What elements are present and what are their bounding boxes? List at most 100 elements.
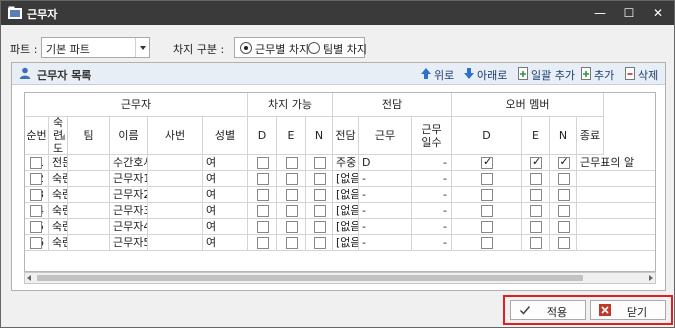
row-selector[interactable] [25,219,49,235]
charge-checkbox[interactable] [313,157,326,169]
scroll-left-icon[interactable] [27,275,31,281]
apply-button[interactable]: 적용 [510,300,586,320]
cell-name: 근무자2 [110,187,148,203]
cell-on [550,235,577,251]
row-select-checkbox[interactable] [30,173,42,185]
cell-days[interactable]: - [412,235,452,251]
charge-checkbox[interactable] [256,173,269,185]
cell-ded[interactable]: [없음] [333,171,359,187]
over-member-checkbox[interactable] [481,221,493,233]
over-member-checkbox[interactable] [530,155,542,169]
scroll-right-icon[interactable] [649,275,653,281]
over-member-checkbox[interactable] [557,205,570,217]
column-header: E [277,117,306,155]
column-header: 성별 [203,117,248,155]
minimize-button[interactable]: — [590,4,610,22]
row-select-checkbox[interactable] [30,157,42,169]
cell-end[interactable] [577,187,655,203]
charge-checkbox[interactable] [285,237,298,249]
chevron-down-icon[interactable] [135,38,149,57]
cell-work[interactable]: - [359,187,412,203]
charge-checkbox[interactable] [256,189,269,201]
over-member-checkbox[interactable] [481,237,493,249]
charge-checkbox[interactable] [285,189,298,201]
over-member-checkbox[interactable] [557,155,570,169]
cell-work[interactable]: - [359,235,412,251]
row-select-checkbox[interactable] [30,237,42,249]
over-member-checkbox[interactable] [530,237,542,249]
charge-checkbox[interactable] [285,221,298,233]
column-header[interactable]: 숙련도 ◢ [49,117,68,155]
cell-work[interactable]: - [359,171,412,187]
batch-add-label: 일괄 추가 [531,69,575,82]
sort-icon[interactable]: ◢ [59,130,65,143]
close-window-button[interactable]: ✕ [648,4,668,22]
cell-days[interactable]: - [412,203,452,219]
charge-checkbox[interactable] [313,189,326,201]
over-member-checkbox[interactable] [557,189,570,201]
charge-checkbox[interactable] [256,157,269,169]
over-member-checkbox[interactable] [557,173,570,185]
cell-ded[interactable]: [없음] [333,219,359,235]
maximize-button[interactable]: ☐ [619,4,639,22]
charge-checkbox[interactable] [313,173,326,185]
row-selector[interactable] [25,155,49,171]
cell-work[interactable]: D [359,155,412,171]
over-member-checkbox[interactable] [530,173,542,185]
row-select-checkbox[interactable] [30,189,42,201]
cell-ded[interactable]: [없음] [333,203,359,219]
cell-ded[interactable]: 주중 근무 [333,155,359,171]
close-button[interactable]: 닫기 [590,300,666,320]
row-selector[interactable] [25,187,49,203]
over-member-checkbox[interactable] [481,155,493,169]
cell-work[interactable]: - [359,219,412,235]
row-selector[interactable] [25,203,49,219]
over-member-checkbox[interactable] [481,173,493,185]
cell-end[interactable]: 근무표의 알 [577,155,655,171]
radio-dot[interactable] [308,42,320,54]
over-member-checkbox[interactable] [557,221,570,233]
cell-team [68,155,110,171]
charge-checkbox[interactable] [256,205,269,217]
charge-checkbox[interactable] [285,157,298,169]
over-member-checkbox[interactable] [530,205,542,217]
radio-dot[interactable] [240,42,252,54]
cell-skill: 전문가 [49,155,68,171]
over-member-checkbox[interactable] [481,205,493,217]
charge-checkbox[interactable] [313,237,326,249]
cell-name: 근무자3 [110,203,148,219]
row-select-checkbox[interactable] [30,221,42,233]
window-app-icon [8,6,22,19]
over-member-checkbox[interactable] [481,189,493,201]
over-member-checkbox[interactable] [530,221,542,233]
part-select[interactable]: 기본 파트 [41,37,150,58]
charge-checkbox[interactable] [313,205,326,217]
cell-end[interactable] [577,171,655,187]
cell-days[interactable]: - [412,187,452,203]
cell-od [452,171,522,187]
cell-end[interactable] [577,203,655,219]
row-selector[interactable] [25,235,49,251]
charge-checkbox[interactable] [256,237,269,249]
shift-type-label: 차지 구분 : [173,43,225,56]
over-member-checkbox[interactable] [530,189,542,201]
cell-oe [522,187,550,203]
row-select-checkbox[interactable] [30,205,42,217]
cell-ded[interactable]: [없음] [333,235,359,251]
row-selector[interactable] [25,171,49,187]
horizontal-scrollbar[interactable] [24,272,656,284]
column-header: 팀 [68,117,110,155]
charge-checkbox[interactable] [256,221,269,233]
charge-checkbox[interactable] [285,173,298,185]
cell-days[interactable]: - [412,171,452,187]
charge-checkbox[interactable] [285,205,298,217]
cell-end[interactable] [577,219,655,235]
charge-checkbox[interactable] [313,221,326,233]
over-member-checkbox[interactable] [557,237,570,249]
cell-end[interactable] [577,235,655,251]
cell-days[interactable]: - [412,219,452,235]
cell-ded[interactable]: [없음] [333,187,359,203]
cell-work[interactable]: - [359,203,412,219]
cell-days[interactable]: - [412,155,452,171]
scrollbar-thumb[interactable] [37,275,583,281]
